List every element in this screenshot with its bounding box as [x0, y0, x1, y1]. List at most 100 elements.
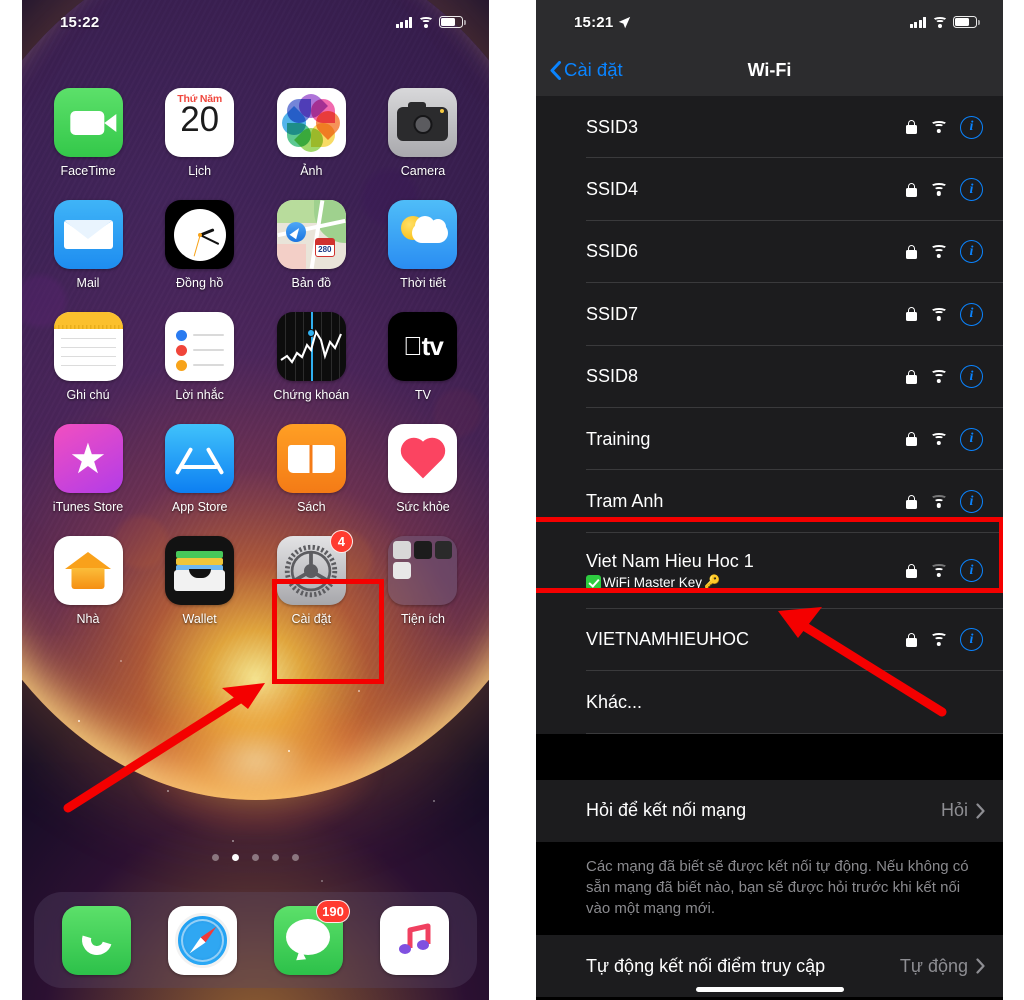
app-maps[interactable]: 280 Bản đồ — [263, 200, 359, 290]
app-camera[interactable]: Camera — [375, 88, 471, 178]
page-dots[interactable] — [22, 854, 489, 861]
app-row: Ghi chú Lời nhắc Chứng khoán tv TV — [40, 312, 471, 402]
lock-icon — [906, 632, 917, 647]
iphone-home-screen: 15:22 FaceTime Thứ Năm 20 Lịch Ảnh Camer… — [22, 0, 489, 1000]
app-wallet[interactable]: Wallet — [152, 536, 248, 626]
app-reminders[interactable]: Lời nhắc — [152, 312, 248, 402]
section-gap — [536, 733, 1003, 780]
dock-app-messages[interactable]: 190 — [273, 899, 350, 975]
info-icon[interactable]: i — [960, 302, 983, 326]
dock: 190 — [34, 892, 477, 988]
health-icon — [388, 424, 458, 493]
wifi-row-ssid7[interactable]: SSID7 i — [536, 283, 1003, 346]
auto-join-hotspot-label: Tự động kết nối điểm truy cập — [586, 955, 826, 976]
stocks-icon — [276, 312, 346, 381]
dock-app-music[interactable] — [379, 905, 449, 975]
signal-bars-icon — [395, 16, 412, 28]
app-stocks[interactable]: Chứng khoán — [263, 312, 359, 402]
app-label: App Store — [171, 500, 228, 514]
wifi-row-other[interactable]: Khác... — [536, 671, 1003, 734]
chevron-right-icon — [976, 958, 985, 975]
wifi-row-training[interactable]: Training i — [536, 408, 1003, 471]
app-label: Chứng khoán — [273, 388, 350, 402]
settings-badge: 4 — [329, 530, 353, 553]
wifi-name: Khác... — [586, 691, 643, 712]
wifi-row-vietnamhieuhoc[interactable]: VIETNAMHIEUHOC i — [536, 609, 1003, 672]
app-itunes-store[interactable]: ★ iTunes Store — [40, 424, 136, 514]
signal-bars-icon — [909, 16, 926, 28]
app-appletv[interactable]: tv TV — [375, 312, 471, 402]
app-label: Wallet — [182, 612, 217, 626]
app-home[interactable]: Nhà — [40, 536, 136, 626]
home-indicator — [695, 987, 844, 992]
facetime-icon — [53, 88, 123, 157]
info-icon[interactable]: i — [960, 115, 983, 139]
app-health[interactable]: Sức khỏe — [375, 424, 471, 514]
app-store-icon — [165, 424, 235, 493]
info-icon[interactable]: i — [960, 490, 983, 514]
auto-join-hotspot-value: Tự động — [899, 955, 968, 976]
wifi-strength-icon — [930, 120, 947, 134]
books-icon — [276, 424, 346, 493]
app-app-store[interactable]: App Store — [152, 424, 248, 514]
app-label: iTunes Store — [52, 500, 124, 514]
app-clock[interactable]: Đồng hồ — [152, 200, 248, 290]
right-status-bar: 15:21 — [536, 0, 1003, 44]
page-dot[interactable] — [292, 854, 299, 861]
app-weather[interactable]: Thời tiết — [375, 200, 471, 290]
lock-icon — [906, 307, 917, 322]
dock-app-safari[interactable] — [168, 905, 238, 975]
ask-to-join-value: Hỏi — [940, 800, 968, 821]
calendar-day: 20 — [180, 100, 220, 139]
app-facetime[interactable]: FaceTime — [40, 88, 136, 178]
app-label: Sức khỏe — [396, 500, 450, 514]
app-utilities-folder[interactable]: Tiện ích — [375, 536, 471, 626]
info-icon[interactable]: i — [960, 240, 983, 264]
wifi-icon — [932, 16, 947, 28]
wifi-row-ssid4[interactable]: SSID4 i — [536, 158, 1003, 221]
navigation-bar: Cài đặt Wi-Fi — [536, 44, 1003, 96]
ask-to-join-footer: Các mạng đã biết sẽ được kết nối tự động… — [536, 841, 1003, 936]
info-icon[interactable]: i — [960, 427, 983, 451]
left-status-bar: 15:22 — [22, 0, 489, 44]
page-dot[interactable] — [272, 854, 279, 861]
wifi-name: SSID8 — [586, 366, 639, 387]
app-label: Thời tiết — [400, 276, 446, 290]
app-grid: FaceTime Thứ Năm 20 Lịch Ảnh Camera Mail… — [22, 88, 489, 648]
app-notes[interactable]: Ghi chú — [40, 312, 136, 402]
app-mail[interactable]: Mail — [40, 200, 136, 290]
info-icon[interactable]: i — [960, 178, 983, 202]
wifi-row-ssid6[interactable]: SSID6 i — [536, 221, 1003, 284]
page-dot[interactable] — [212, 854, 219, 861]
app-label: Nhà — [76, 612, 100, 626]
clock-icon — [165, 200, 235, 269]
wifi-name: VIETNAMHIEUHOC — [586, 629, 750, 650]
app-photos[interactable]: Ảnh — [263, 88, 359, 178]
app-calendar[interactable]: Thứ Năm 20 Lịch — [152, 88, 248, 178]
lock-icon — [906, 432, 917, 447]
app-label: Tiện ích — [400, 612, 445, 626]
dock-app-phone[interactable] — [62, 905, 132, 975]
ssid-highlight-box — [536, 517, 1003, 593]
app-label: Mail — [76, 276, 100, 290]
right-status-time: 15:21 — [574, 13, 614, 31]
wifi-strength-icon — [930, 432, 947, 446]
wifi-name: SSID3 — [586, 116, 639, 137]
info-icon[interactable]: i — [960, 365, 983, 389]
camera-icon — [388, 88, 458, 157]
route-shield: 280 — [314, 238, 335, 257]
page-dot[interactable] — [252, 854, 259, 861]
info-icon[interactable]: i — [960, 628, 983, 652]
wifi-row-ssid8[interactable]: SSID8 i — [536, 346, 1003, 408]
page-title: Wi-Fi — [747, 59, 792, 80]
wifi-name: Training — [586, 428, 651, 449]
left-status-time: 15:22 — [60, 13, 100, 31]
wifi-row-ssid3[interactable]: SSID3 i — [536, 96, 1003, 159]
wifi-strength-icon — [930, 245, 947, 259]
ask-to-join-row[interactable]: Hỏi để kết nối mạng Hỏi — [536, 779, 1003, 842]
music-icon — [379, 905, 449, 975]
page-dot-active[interactable] — [232, 854, 239, 861]
chevron-right-icon — [976, 802, 985, 819]
wallet-icon — [165, 536, 235, 605]
app-books[interactable]: Sách — [263, 424, 359, 514]
